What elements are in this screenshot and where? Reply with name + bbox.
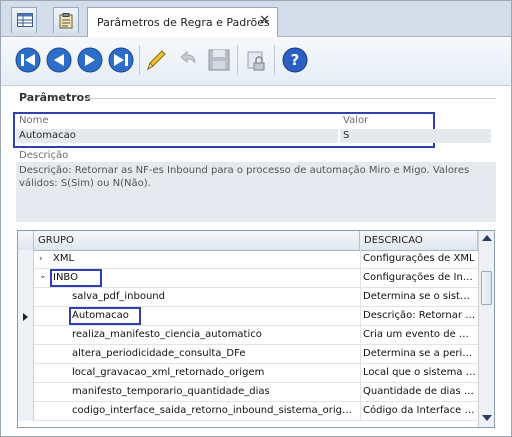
row-selector [18, 364, 34, 383]
group-row[interactable]: › XML Configurações de XML [18, 250, 478, 269]
grid-icon [17, 13, 33, 27]
descricao-cell: Cria um evento de manifesto [360, 326, 476, 344]
save-button[interactable] [204, 45, 234, 75]
last-record-button[interactable] [106, 45, 136, 75]
descricao-cell: Descrição: Retornar as NF-es Inbound [360, 307, 476, 325]
grupo-cell: salva_pdf_inbound [72, 291, 165, 302]
help-icon: ? [282, 47, 308, 73]
first-record-icon [15, 47, 41, 73]
first-record-button[interactable] [13, 45, 43, 75]
toolbar-separator [139, 45, 140, 75]
group-row[interactable]: ⌄ INBO Configurações de Inbound [18, 269, 478, 288]
grid-header: GRUPO DESCRICAO [18, 231, 478, 251]
undo-button[interactable] [173, 45, 203, 75]
scroll-thumb[interactable] [481, 271, 492, 305]
grupo-cell: codigo_interface_saida_retorno_inbound_s… [72, 405, 357, 416]
section-title: Parâmetros [19, 91, 91, 104]
table-row[interactable]: manifesto_temporario_quantidade_dias Qua… [18, 383, 478, 402]
header-selector [18, 231, 34, 250]
undo-icon [180, 50, 196, 64]
table-row[interactable]: realiza_manifesto_ciencia_automatico Cri… [18, 326, 478, 345]
row-selector [18, 383, 34, 402]
tab-grid-view[interactable] [11, 7, 37, 33]
table-row[interactable]: salva_pdf_inbound Determina se o sistema… [18, 288, 478, 307]
row-selector [18, 345, 34, 364]
value-field[interactable]: S [340, 129, 491, 143]
row-selector [18, 269, 34, 288]
highlight-box-group [50, 269, 102, 287]
previous-record-button[interactable] [44, 45, 74, 75]
description-field[interactable]: Descrição: Retornar as NF-es Inbound par… [16, 162, 496, 222]
name-field[interactable]: Automacao [16, 129, 338, 143]
tab-form-view[interactable] [53, 7, 79, 33]
grupo-cell: altera_periodicidade_consulta_DFe [72, 348, 246, 359]
grupo-cell: local_gravacao_xml_retornado_origem [72, 367, 265, 378]
pencil-icon [147, 50, 166, 71]
tab-parametros[interactable]: Parâmetros de Regra e Padrões ✕ [87, 7, 278, 37]
next-record-button[interactable] [75, 45, 105, 75]
help-button[interactable]: ? [280, 45, 310, 75]
scroll-up-arrow-icon[interactable] [482, 235, 492, 241]
table-row-selected[interactable]: Automacao Descrição: Retornar as NF-es I… [18, 307, 478, 326]
next-icon [77, 47, 103, 73]
name-label: Nome [19, 115, 49, 126]
floppy-disk-icon [208, 49, 230, 71]
column-header-descricao[interactable]: DESCRICAO [360, 231, 478, 250]
descricao-cell: Configurações de XML [360, 250, 476, 268]
grupo-cell: realiza_manifesto_ciencia_automatico [72, 329, 262, 340]
row-selector [18, 402, 34, 421]
descricao-cell: Configurações de Inbound [360, 269, 476, 287]
lock-button[interactable] [241, 45, 271, 75]
table-row[interactable]: codigo_interface_saida_retorno_inbound_s… [18, 402, 478, 421]
window: Parâmetros de Regra e Padrões ✕ ? Parâme… [0, 0, 512, 437]
descricao-cell: Local que o sistema grava [360, 364, 476, 382]
descricao-cell: Determina se a periodicidade [360, 345, 476, 363]
section-divider [87, 98, 496, 99]
row-selector [18, 307, 34, 326]
collapse-chevron-icon[interactable]: ⌄ [39, 271, 47, 281]
row-selector [18, 288, 34, 307]
descricao-cell: Determina se o sistema salva o PDF [360, 288, 476, 306]
clipboard-icon [59, 13, 73, 29]
row-selector [18, 250, 34, 269]
row-selector [18, 326, 34, 345]
last-record-icon [108, 47, 134, 73]
description-label: Descrição [19, 150, 69, 161]
scroll-down-arrow-icon[interactable] [482, 415, 492, 421]
toolbar-separator [237, 45, 238, 75]
column-header-grupo[interactable]: GRUPO [34, 231, 360, 250]
descricao-cell: Código da Interface de saída [360, 402, 476, 420]
tab-title: Parâmetros de Regra e Padrões [97, 16, 270, 29]
table-row[interactable]: local_gravacao_xml_retornado_origem Loca… [18, 364, 478, 383]
value-label: Valor [343, 115, 369, 126]
grupo-cell: manifesto_temporario_quantidade_dias [72, 386, 270, 397]
previous-icon [46, 47, 72, 73]
parameters-grid: GRUPO DESCRICAO › XML Configurações de X… [17, 230, 495, 428]
toolbar: ? [1, 37, 511, 86]
current-row-indicator-icon [23, 313, 28, 321]
highlight-box-row [69, 307, 141, 325]
toolbar-separator [274, 45, 275, 75]
close-icon[interactable]: ✕ [259, 13, 270, 28]
tab-bar: Parâmetros de Regra e Padrões ✕ [1, 1, 511, 37]
edit-button[interactable] [141, 45, 171, 75]
lock-icon [247, 51, 265, 71]
expand-chevron-icon[interactable]: › [39, 254, 43, 264]
descricao-cell: Quantidade de dias do manifesto [360, 383, 476, 401]
table-row[interactable]: altera_periodicidade_consulta_DFe Determ… [18, 345, 478, 364]
grupo-cell: XML [53, 253, 75, 264]
help-glyph: ? [291, 51, 300, 69]
vertical-scrollbar[interactable] [478, 231, 494, 427]
